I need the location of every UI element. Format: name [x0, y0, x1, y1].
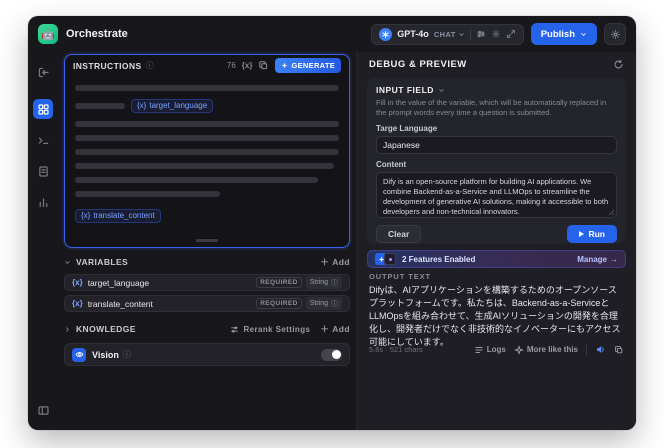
panel-toggle-icon[interactable]: [33, 400, 53, 420]
text-to-speech-icon[interactable]: [595, 344, 606, 355]
model-params-icon[interactable]: [476, 29, 486, 39]
knowledge-section: KNOWLEDGE Rerank Settings ＋ Add: [64, 321, 350, 337]
target-language-label: Targe Language: [376, 124, 438, 133]
nav-orchestrate[interactable]: [33, 99, 53, 119]
page-title: Orchestrate: [66, 28, 128, 40]
skeleton-line: [75, 149, 339, 155]
model-selector[interactable]: GPT-4o CHAT: [371, 23, 524, 45]
char-count: 76: [226, 61, 236, 70]
resize-corner-icon[interactable]: [608, 209, 615, 216]
model-mode-badge[interactable]: CHAT: [434, 30, 465, 39]
input-field-description: Fill in the value of the variable, which…: [376, 98, 607, 117]
generate-button[interactable]: GENERATE: [275, 58, 341, 73]
debug-panel: DEBUG & PREVIEW INPUT FIELD Fill in the …: [356, 52, 636, 430]
rerank-settings-button[interactable]: Rerank Settings: [230, 325, 310, 334]
type-badge[interactable]: String ⓘ: [305, 276, 342, 289]
features-enabled-bar[interactable]: 2 Features Enabled Manage →: [367, 250, 626, 268]
required-badge: REQUIRED: [256, 298, 302, 309]
knowledge-title: KNOWLEDGE: [76, 324, 136, 334]
debug-title: DEBUG & PREVIEW: [369, 58, 467, 70]
target-language-input[interactable]: [376, 136, 617, 154]
variable-row-target-language[interactable]: {x} target_language REQUIRED String ⓘ: [64, 274, 350, 291]
feature-icon-purple: [384, 253, 396, 265]
manage-features-link[interactable]: Manage →: [577, 255, 618, 264]
vision-feature-row: Vision ⓘ: [64, 343, 350, 366]
input-field-title: INPUT FIELD: [376, 85, 434, 95]
expand-icon[interactable]: [506, 29, 516, 39]
add-knowledge-button[interactable]: ＋ Add: [320, 323, 350, 335]
output-text-title: OUTPUT TEXT: [369, 272, 431, 281]
info-icon: ⓘ: [331, 279, 338, 287]
nav-logs[interactable]: [33, 161, 53, 181]
input-field-card: INPUT FIELD Fill in the value of the var…: [367, 78, 626, 244]
app-window: 🤖 Orchestrate GPT-4o CHAT Publish INSTRU…: [28, 16, 636, 430]
input-field-header[interactable]: INPUT FIELD: [376, 85, 617, 95]
debug-header: DEBUG & PREVIEW: [357, 52, 636, 76]
run-button[interactable]: Run: [567, 225, 617, 243]
top-header: 🤖 Orchestrate GPT-4o CHAT Publish: [28, 16, 636, 52]
type-badge[interactable]: String ⓘ: [305, 297, 342, 310]
skeleton-line: [75, 85, 339, 91]
output-text-content: Difyは、AIアプリケーションを構築するためのオープンソースプラットフォームで…: [369, 285, 621, 347]
output-footer: 5.6s · 521 chars Logs More like this: [369, 344, 624, 355]
eye-icon: [72, 347, 86, 362]
add-variable-button[interactable]: ＋ Add: [320, 256, 350, 268]
variable-token-translate-content[interactable]: {x} translate_content: [75, 209, 161, 223]
skeleton-line: [75, 103, 125, 109]
left-sidebar: [28, 52, 58, 430]
content-label: Content: [376, 160, 407, 169]
more-like-this-button[interactable]: More like this: [514, 345, 578, 355]
required-badge: REQUIRED: [256, 277, 302, 288]
variable-row-translate-content[interactable]: {x} translate_content REQUIRED String ⓘ: [64, 295, 350, 312]
resize-handle[interactable]: [196, 239, 218, 242]
prompt-editor[interactable]: {x} target_language {x} translate_content: [65, 76, 349, 223]
model-name: GPT-4o: [397, 29, 429, 39]
refresh-icon[interactable]: [613, 59, 624, 70]
variables-section: VARIABLES ＋ Add {x} target_language REQU…: [64, 254, 350, 312]
publish-button[interactable]: Publish: [530, 23, 597, 45]
skeleton-line: [75, 135, 339, 141]
instructions-panel[interactable]: INSTRUCTIONS ⓘ 76 {x} GENERATE {x} target…: [64, 54, 350, 248]
insert-variable-icon[interactable]: {x}: [242, 61, 253, 70]
knowledge-header[interactable]: KNOWLEDGE Rerank Settings ＋ Add: [64, 321, 350, 337]
info-icon: ⓘ: [331, 300, 338, 308]
info-icon: ⓘ: [145, 61, 154, 70]
divider: [469, 28, 471, 40]
skeleton-line: [75, 177, 318, 183]
vision-label: Vision: [92, 349, 119, 360]
nav-api-access[interactable]: [33, 130, 53, 150]
copy-output-icon[interactable]: [614, 345, 624, 355]
variable-icon: {x}: [72, 299, 83, 308]
skeleton-line: [75, 121, 339, 127]
exit-app-icon[interactable]: [33, 62, 53, 82]
clear-button[interactable]: Clear: [376, 225, 422, 243]
openai-model-icon: [379, 27, 393, 41]
skeleton-line: [75, 191, 221, 197]
app-icon[interactable]: 🤖: [38, 24, 58, 44]
output-stats: 5.6s · 521 chars: [369, 345, 423, 354]
info-icon: ⓘ: [122, 350, 131, 359]
divider: [586, 344, 587, 355]
variables-title: VARIABLES: [76, 257, 129, 267]
vision-toggle[interactable]: [321, 348, 342, 361]
variables-header[interactable]: VARIABLES ＋ Add: [64, 254, 350, 270]
content-textarea[interactable]: Dify is an open-source platform for buil…: [376, 172, 617, 218]
play-icon: [579, 231, 585, 237]
features-count-label: 2 Features Enabled: [402, 254, 476, 264]
instructions-title: INSTRUCTIONS: [73, 60, 142, 71]
variable-icon: {x}: [72, 278, 83, 287]
instructions-header: INSTRUCTIONS ⓘ 76 {x} GENERATE: [65, 55, 349, 76]
model-settings-icon[interactable]: [491, 29, 501, 39]
skeleton-line: [75, 163, 334, 169]
logs-button[interactable]: Logs: [474, 345, 506, 355]
arrow-right-icon: →: [610, 254, 618, 264]
nav-monitoring[interactable]: [33, 192, 53, 212]
copy-icon[interactable]: [258, 60, 269, 71]
settings-button[interactable]: [604, 23, 626, 45]
variable-token-target-language[interactable]: {x} target_language: [131, 99, 214, 113]
